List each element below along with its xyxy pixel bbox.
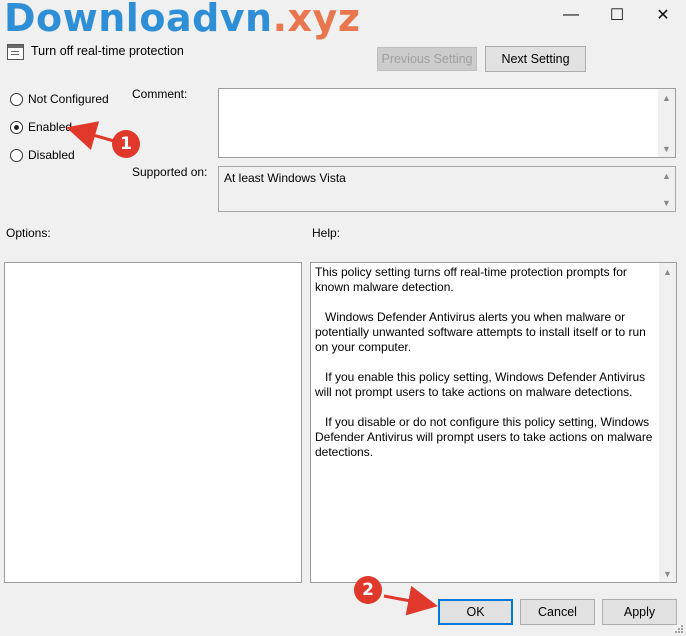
annotation-arrow-2-icon xyxy=(383,585,438,616)
annotation-arrow-1-icon xyxy=(66,121,115,151)
annotation-badge-2: 2 xyxy=(354,576,382,604)
annotation-badge-1: 1 xyxy=(112,130,140,158)
annotation-arrows xyxy=(66,121,438,616)
